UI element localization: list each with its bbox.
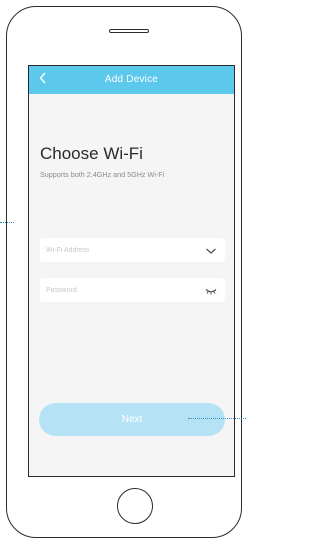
next-button[interactable]: Next bbox=[39, 403, 225, 436]
phone-frame: Add Device Choose Wi-Fi Supports both 2.… bbox=[6, 6, 242, 538]
header-title: Add Device bbox=[104, 74, 159, 85]
callout-line-right bbox=[188, 418, 246, 419]
password-field[interactable] bbox=[40, 278, 225, 302]
page-subtitle: Supports both 2.4GHz and 5GHz Wi-Fi bbox=[40, 170, 165, 179]
home-button[interactable] bbox=[117, 488, 153, 524]
callout-line-left bbox=[0, 222, 14, 223]
app-screen: Add Device Choose Wi-Fi Supports both 2.… bbox=[28, 65, 235, 477]
chevron-down-icon[interactable] bbox=[205, 244, 217, 256]
password-input[interactable] bbox=[46, 278, 196, 302]
top-bar: Add Device bbox=[29, 66, 234, 94]
eye-closed-icon[interactable] bbox=[205, 284, 217, 296]
page-title: Choose Wi-Fi bbox=[40, 144, 143, 163]
phone-speaker bbox=[109, 29, 149, 33]
wifi-address-input[interactable] bbox=[46, 238, 196, 262]
wifi-address-field[interactable] bbox=[40, 238, 225, 262]
